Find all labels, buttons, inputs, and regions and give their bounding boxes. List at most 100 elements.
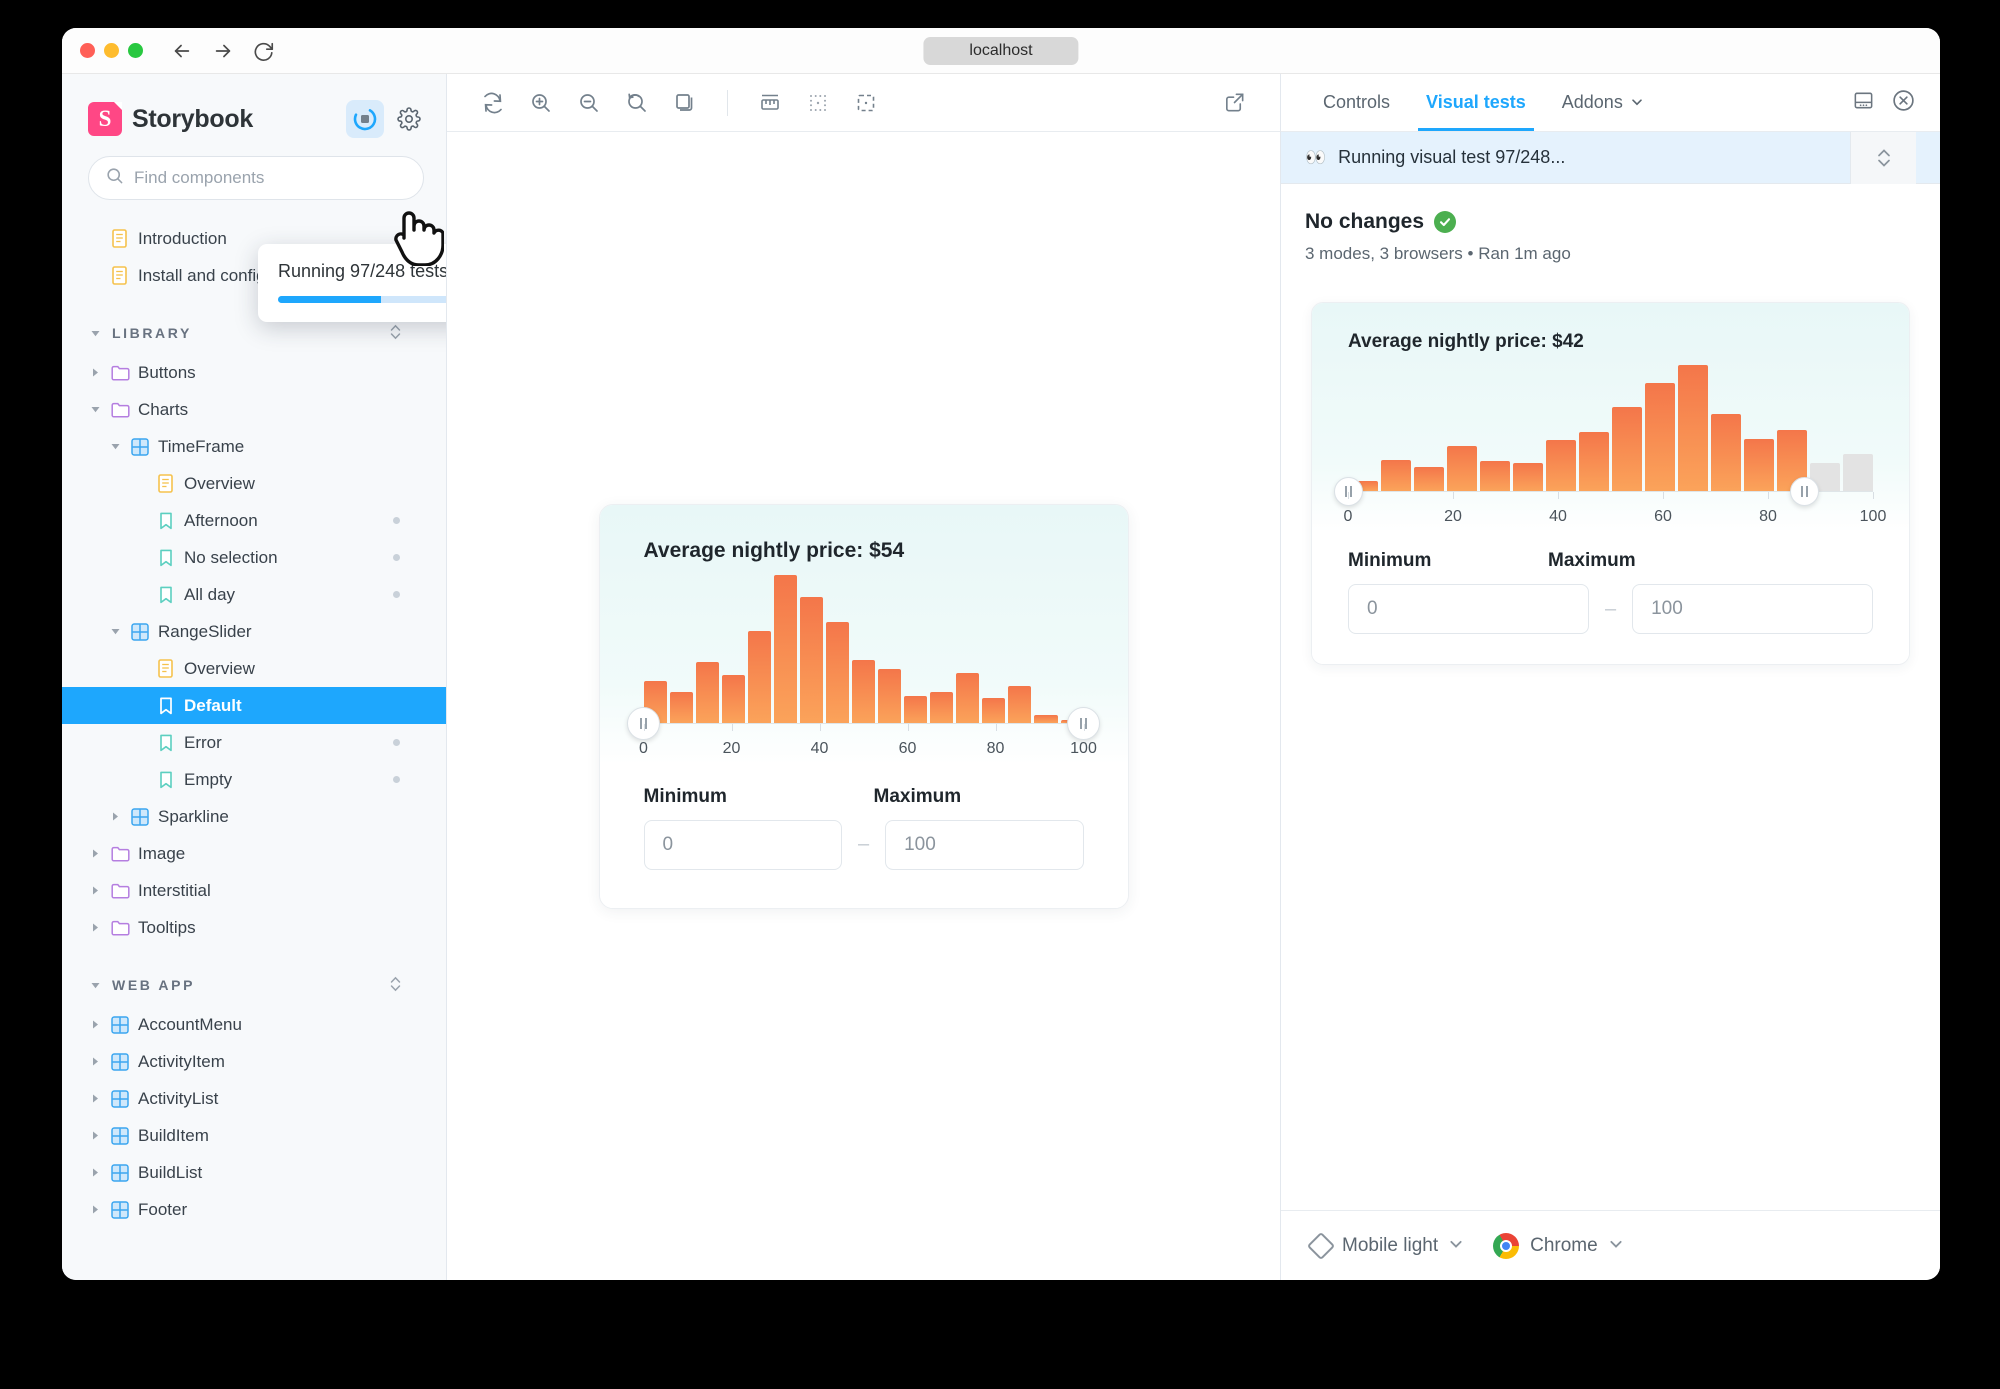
- browser-nav-buttons[interactable]: [171, 40, 275, 62]
- histogram-bar: [773, 574, 797, 723]
- maximum-input[interactable]: 100: [885, 819, 1084, 870]
- window-controls[interactable]: [80, 43, 143, 58]
- back-arrow-icon[interactable]: [171, 40, 193, 62]
- control-labels: Minimum Maximum: [644, 786, 1084, 808]
- panel-header-icons: [1852, 74, 1916, 131]
- caret-icon[interactable]: [108, 442, 122, 451]
- sidebar-item-builditem[interactable]: BuildItem: [62, 1117, 446, 1154]
- close-panel-icon[interactable]: [1891, 88, 1916, 118]
- sidebar-item-interstitial[interactable]: Interstitial: [62, 872, 446, 909]
- component-icon: [110, 1052, 130, 1071]
- sidebar-item-charts[interactable]: Charts: [62, 391, 446, 428]
- caret-icon[interactable]: [108, 811, 122, 822]
- histogram-bar: [695, 661, 719, 723]
- snapshot-histogram-bars: [1348, 365, 1873, 491]
- caret-icon[interactable]: [88, 1019, 102, 1030]
- test-status: No changes 3 modes, 3 browsers • Ran 1m …: [1281, 184, 1940, 274]
- caret-icon[interactable]: [88, 1130, 102, 1141]
- zoom-out-icon[interactable]: [565, 82, 613, 124]
- sort-icon[interactable]: [389, 975, 402, 996]
- sidebar-item-all-day[interactable]: All day: [62, 576, 446, 613]
- control-inputs: 0 – 100: [643, 819, 1084, 870]
- tab-visual-tests[interactable]: Visual tests: [1408, 74, 1544, 131]
- sidebar-item-empty[interactable]: Empty: [62, 761, 446, 798]
- sidebar-group-web-app[interactable]: WEB APP: [62, 964, 446, 1006]
- sidebar-item-sparkline[interactable]: Sparkline: [62, 798, 446, 835]
- sidebar-item-timeframe[interactable]: TimeFrame: [62, 428, 446, 465]
- address-bar[interactable]: localhost: [923, 36, 1079, 65]
- caret-icon[interactable]: [88, 885, 102, 896]
- sidebar-item-footer[interactable]: Footer: [62, 1191, 446, 1228]
- snapshot-minimum-input: 0: [1348, 584, 1589, 634]
- component-icon: [110, 1163, 130, 1182]
- sidebar-item-buildlist[interactable]: BuildList: [62, 1154, 446, 1191]
- tick-mark: [1873, 492, 1874, 499]
- running-test-banner[interactable]: 👀 Running visual test 97/248...: [1281, 131, 1940, 184]
- snapshot-chart-title: Average nightly price: $42: [1348, 331, 1584, 352]
- sidebar-item-image[interactable]: Image: [62, 835, 446, 872]
- sidebar-item-no-selection[interactable]: No selection: [62, 539, 446, 576]
- snapshot-maximum-label: Maximum: [1548, 550, 1636, 571]
- caret-icon[interactable]: [88, 922, 102, 933]
- mode-selector[interactable]: Mobile light: [1306, 1231, 1463, 1260]
- sidebar-item-activitylist[interactable]: ActivityList: [62, 1080, 446, 1117]
- chevron-down-icon: [1631, 92, 1643, 113]
- external-link-icon[interactable]: [1210, 82, 1258, 124]
- histogram-bar: [1381, 459, 1411, 491]
- maximize-window-button[interactable]: [128, 43, 143, 58]
- sidebar-item-buttons[interactable]: Buttons: [62, 354, 446, 391]
- tick-label: 20: [1444, 508, 1462, 525]
- browser-selector[interactable]: Chrome: [1493, 1232, 1623, 1259]
- minimize-window-button[interactable]: [104, 43, 119, 58]
- settings-button[interactable]: [394, 104, 424, 134]
- tab-controls[interactable]: Controls: [1305, 74, 1408, 131]
- caret-icon[interactable]: [88, 1167, 102, 1178]
- sidebar-item-error[interactable]: Error: [62, 724, 446, 761]
- chevron-updown-icon[interactable]: [1850, 131, 1916, 184]
- measure-icon[interactable]: [746, 82, 794, 124]
- minimum-label: Minimum: [643, 785, 727, 807]
- chart-area-canvas: Average nightly price: $54 0 20 40 60 80 100: [599, 504, 1128, 764]
- story-icon: [156, 697, 176, 715]
- browser-titlebar: localhost: [62, 28, 1940, 74]
- sidebar-item-rangeslider[interactable]: RangeSlider: [62, 613, 446, 650]
- story-icon: [156, 549, 176, 567]
- minimum-input[interactable]: 0: [643, 819, 842, 870]
- remount-icon[interactable]: [469, 82, 517, 124]
- caret-icon[interactable]: [88, 405, 102, 414]
- sidebar-item-label: Interstitial: [138, 880, 211, 900]
- story-icon: [156, 771, 176, 789]
- caret-icon[interactable]: [88, 367, 102, 378]
- sidebar-item-overview[interactable]: Overview: [62, 650, 446, 687]
- caret-icon[interactable]: [108, 627, 122, 636]
- reload-icon[interactable]: [253, 40, 275, 62]
- sidebar-item-overview[interactable]: Overview: [62, 465, 446, 502]
- zoom-in-icon[interactable]: [517, 82, 565, 124]
- canvas-toolbar: [447, 74, 1280, 132]
- snapshot-preview[interactable]: Average nightly price: $42 0 20 40 60 80 100 …: [1311, 302, 1910, 665]
- grid-dots-icon[interactable]: [794, 82, 842, 124]
- grid-stack-icon[interactable]: [661, 82, 709, 124]
- sort-icon[interactable]: [389, 323, 402, 344]
- histogram-bar: [1612, 407, 1642, 491]
- forward-arrow-icon[interactable]: [212, 40, 234, 62]
- sidebar-item-activityitem[interactable]: ActivityItem: [62, 1043, 446, 1080]
- panel-position-icon[interactable]: [1852, 89, 1875, 117]
- run-tests-button[interactable]: [346, 100, 384, 138]
- caret-icon[interactable]: [88, 1056, 102, 1067]
- sidebar-item-label: Buttons: [138, 362, 196, 382]
- search-input[interactable]: Find components: [88, 156, 424, 200]
- sidebar-item-accountmenu[interactable]: AccountMenu: [62, 1006, 446, 1043]
- caret-icon[interactable]: [88, 1093, 102, 1104]
- outline-icon[interactable]: [842, 82, 890, 124]
- tick-mark: [731, 723, 733, 731]
- caret-icon[interactable]: [88, 1204, 102, 1215]
- sidebar-item-afternoon[interactable]: Afternoon: [62, 502, 446, 539]
- caret-icon[interactable]: [88, 848, 102, 859]
- sidebar-item-label: BuildList: [138, 1162, 203, 1182]
- zoom-reset-icon[interactable]: [613, 82, 661, 124]
- tab-addons[interactable]: Addons: [1544, 74, 1661, 131]
- close-window-button[interactable]: [80, 43, 95, 58]
- sidebar-item-tooltips[interactable]: Tooltips: [62, 909, 446, 946]
- sidebar-item-default[interactable]: Default: [62, 687, 446, 724]
